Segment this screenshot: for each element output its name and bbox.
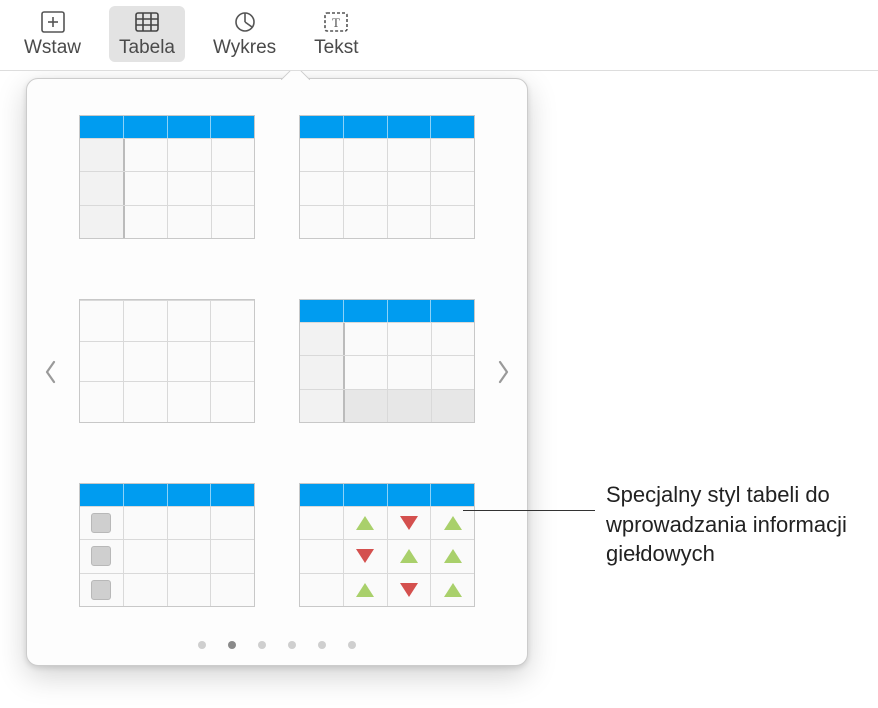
- triangle-up-icon: [356, 516, 374, 530]
- page-indicator: [27, 641, 527, 649]
- svg-text:T: T: [332, 15, 340, 30]
- triangle-up-icon: [400, 549, 418, 563]
- pie-chart-icon: [231, 10, 259, 34]
- triangle-up-icon: [444, 516, 462, 530]
- table-style-stock[interactable]: [299, 483, 475, 607]
- insert-button[interactable]: Wstaw: [14, 6, 91, 62]
- table-styles-popover: [26, 78, 528, 666]
- chart-button[interactable]: Wykres: [203, 6, 286, 62]
- thumb-header-row: [300, 300, 474, 322]
- previous-page-button[interactable]: [31, 342, 71, 402]
- table-style-plain-grid[interactable]: [79, 299, 255, 423]
- triangle-up-icon: [444, 549, 462, 563]
- page-dot[interactable]: [228, 641, 236, 649]
- page-dot[interactable]: [318, 641, 326, 649]
- callout-text: Specjalny styl tabeli do wprowadzania in…: [606, 480, 866, 569]
- next-page-button[interactable]: [483, 342, 523, 402]
- triangle-up-icon: [356, 583, 374, 597]
- popover-body: [27, 79, 527, 665]
- toolbar-label: Wstaw: [24, 37, 81, 59]
- thumb-header-row: [80, 116, 254, 138]
- toolbar-label: Tabela: [119, 37, 175, 59]
- table-style-header-plain[interactable]: [299, 115, 475, 239]
- triangle-down-icon: [356, 549, 374, 563]
- table-style-checkbox-col[interactable]: [79, 483, 255, 607]
- triangle-down-icon: [400, 516, 418, 530]
- triangle-up-icon: [444, 583, 462, 597]
- toolbar: Wstaw Tabela Wykres T: [0, 0, 878, 71]
- text-box-icon: T: [322, 10, 350, 34]
- checkbox-icon: [91, 580, 111, 600]
- toolbar-label: Wykres: [213, 37, 276, 59]
- thumb-header-row: [300, 484, 474, 506]
- page-dot[interactable]: [258, 641, 266, 649]
- table-style-header-index-footer[interactable]: [299, 299, 475, 423]
- table-icon: [133, 10, 161, 34]
- table-button[interactable]: Tabela: [109, 6, 185, 62]
- plus-box-icon: [39, 10, 67, 34]
- checkbox-icon: [91, 546, 111, 566]
- toolbar-label: Tekst: [314, 37, 358, 59]
- table-style-grid: [79, 115, 475, 619]
- triangle-down-icon: [400, 583, 418, 597]
- text-button[interactable]: T Tekst: [304, 6, 368, 62]
- page-dot[interactable]: [348, 641, 356, 649]
- checkbox-icon: [91, 513, 111, 533]
- callout-line: [463, 510, 595, 511]
- page-dot[interactable]: [288, 641, 296, 649]
- table-style-header-index[interactable]: [79, 115, 255, 239]
- page-dot[interactable]: [198, 641, 206, 649]
- thumb-header-row: [80, 484, 254, 506]
- thumb-header-row: [300, 116, 474, 138]
